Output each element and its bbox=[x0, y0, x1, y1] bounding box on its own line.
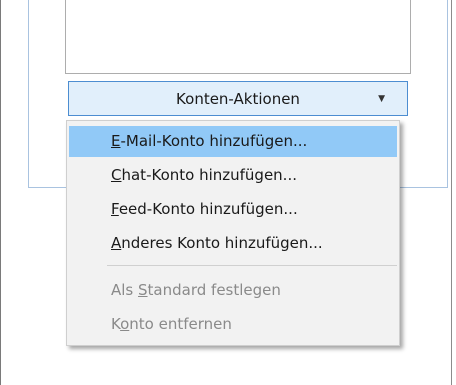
chevron-down-icon: ▼ bbox=[378, 94, 385, 104]
menu-item-add-mail-account[interactable]: E-Mail-Konto hinzufügen... bbox=[69, 126, 397, 157]
menu-separator bbox=[107, 265, 397, 266]
account-actions-label: Konten-Aktionen bbox=[176, 89, 300, 108]
window-frame-right bbox=[451, 0, 452, 385]
menu-item-accesskey: S bbox=[138, 281, 148, 299]
menu-item-set-default[interactable]: Als Standard festlegen bbox=[69, 275, 397, 306]
menu-item-accesskey: A bbox=[111, 234, 122, 252]
window-frame-left bbox=[0, 0, 1, 385]
menu-item-label: hat-Konto hinzufügen... bbox=[121, 166, 297, 184]
menu-item-label: nderes Konto hinzufügen... bbox=[121, 234, 323, 252]
menu-item-add-feed-account[interactable]: Feed-Konto hinzufügen... bbox=[69, 194, 397, 225]
menu-item-accesskey: o bbox=[120, 315, 130, 333]
menu-item-label: Als bbox=[111, 281, 139, 299]
account-actions-menu: E-Mail-Konto hinzufügen... Chat-Konto hi… bbox=[66, 120, 400, 346]
menu-item-label: -Mail-Konto hinzufügen... bbox=[120, 132, 308, 150]
menu-item-accesskey: F bbox=[111, 200, 119, 218]
menu-item-remove-account[interactable]: Konto entfernen bbox=[69, 309, 397, 340]
menu-item-label: nto entfernen bbox=[129, 315, 232, 333]
accounts-list[interactable] bbox=[65, 0, 411, 74]
account-actions-button[interactable]: Konten-Aktionen ▼ bbox=[68, 81, 408, 116]
menu-item-add-other-account[interactable]: Anderes Konto hinzufügen... bbox=[69, 228, 397, 259]
menu-item-add-chat-account[interactable]: Chat-Konto hinzufügen... bbox=[69, 160, 397, 191]
menu-item-label: eed-Konto hinzufügen... bbox=[118, 200, 298, 218]
menu-item-label: tandard festlegen bbox=[147, 281, 281, 299]
menu-item-label: K bbox=[111, 315, 121, 333]
menu-item-accesskey: C bbox=[111, 166, 122, 184]
